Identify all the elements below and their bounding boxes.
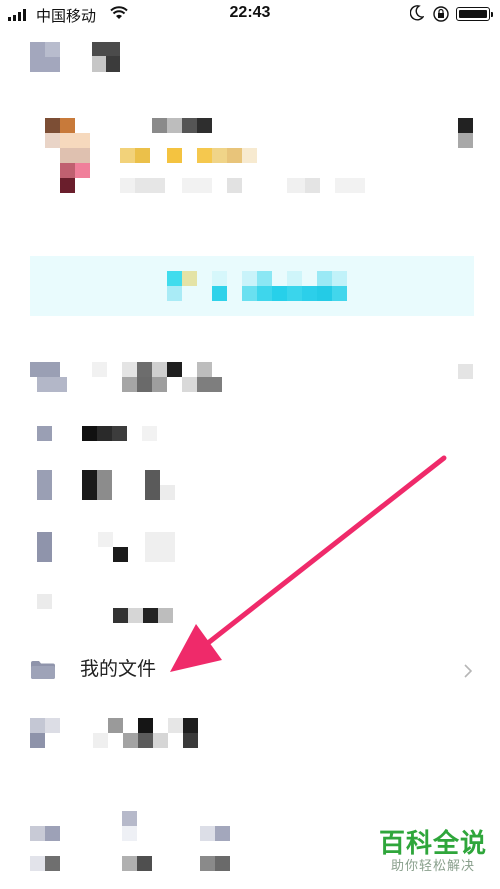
- tab-icon-3[interactable]: [200, 826, 215, 841]
- menu-row-3[interactable]: [0, 466, 500, 518]
- menu-item-my-files[interactable]: 我的文件: [0, 644, 500, 696]
- chevron-right-icon: [464, 664, 472, 678]
- qr-code-icon[interactable]: [458, 118, 473, 133]
- clock: 22:43: [229, 4, 271, 21]
- menu-row-2[interactable]: [0, 418, 500, 470]
- watermark-title: 百科全说: [378, 828, 487, 858]
- menu-row-7[interactable]: [0, 712, 500, 764]
- battery-icon: [456, 7, 493, 21]
- moon-icon: [410, 5, 424, 21]
- tab-icon-2[interactable]: [122, 811, 137, 826]
- folder-icon: [31, 661, 55, 679]
- menu-row-4[interactable]: [0, 528, 500, 580]
- my-files-label: 我的文件: [80, 659, 157, 680]
- status-bar: 中国移动 22:43: [0, 0, 500, 30]
- promo-banner[interactable]: [30, 256, 474, 316]
- avatar: [45, 118, 60, 133]
- watermark: 百科全说 助你轻松解决: [370, 828, 496, 874]
- menu-row-1[interactable]: [0, 358, 500, 410]
- menu-row-5[interactable]: [0, 590, 500, 642]
- tab-icon-1[interactable]: [30, 826, 45, 841]
- watermark-subtitle: 助你轻松解决: [390, 858, 475, 873]
- profile-header[interactable]: [0, 100, 500, 210]
- rotation-lock-icon: [433, 6, 449, 22]
